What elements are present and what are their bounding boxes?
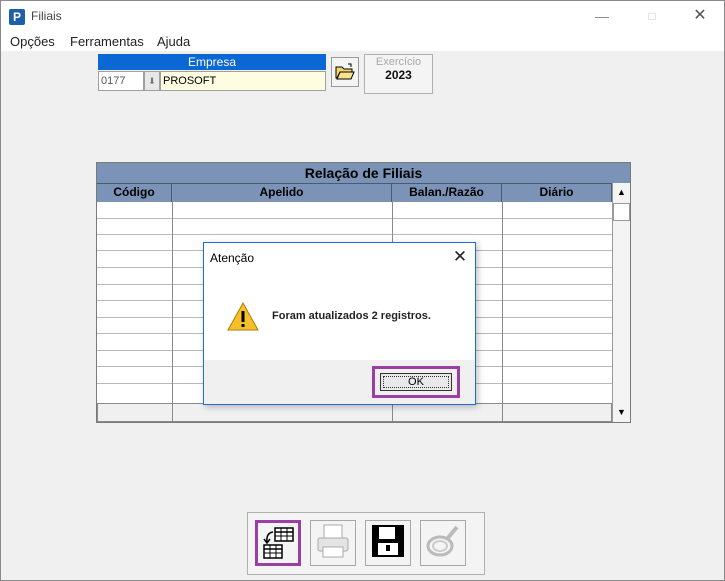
grid-footer-cell — [172, 403, 393, 422]
grid-column-line — [172, 202, 173, 403]
close-button[interactable]: ✕ — [683, 5, 717, 27]
open-folder-button[interactable] — [331, 57, 359, 87]
empresa-code-field[interactable]: 0177 — [98, 71, 144, 91]
bottom-toolbar — [247, 512, 485, 575]
ok-highlight-frame: OK — [372, 366, 460, 398]
app-logo-icon: P — [9, 9, 25, 25]
grid-footer-cell — [97, 403, 173, 422]
empresa-dropdown-button[interactable]: ⬇ — [144, 71, 160, 91]
ok-button[interactable]: OK — [380, 373, 452, 391]
save-button[interactable] — [365, 520, 411, 566]
printer-icon — [317, 524, 349, 558]
dialog-title: Atenção — [210, 251, 255, 265]
floppy-disk-icon — [372, 525, 404, 557]
dialog-footer: OK — [204, 360, 475, 404]
main-window: P Filiais — □ ✕ Opções Ferramentas Ajuda… — [0, 0, 725, 581]
maximize-button[interactable]: □ — [635, 5, 669, 27]
scroll-thumb[interactable] — [613, 203, 630, 221]
column-header-balan-razao[interactable]: Balan./Razão — [392, 183, 502, 202]
empresa-label: Empresa — [98, 54, 326, 70]
exercicio-value: 2023 — [385, 68, 412, 82]
menu-opcoes[interactable]: Opções — [10, 34, 55, 49]
minimize-button[interactable]: — — [585, 5, 619, 27]
exercicio-label: Exercício — [375, 56, 422, 68]
menu-ferramentas[interactable]: Ferramentas — [70, 34, 144, 49]
grid-scrollbar[interactable]: ▲ ▼ — [612, 183, 630, 422]
column-header-codigo[interactable]: Código — [97, 183, 172, 202]
search-button[interactable] — [420, 520, 466, 566]
grid-footer-cell — [502, 403, 612, 422]
empresa-panel: Empresa 0177 ⬇ PROSOFT — [98, 54, 360, 94]
dialog-message: Foram atualizados 2 registros. — [272, 310, 431, 322]
grid-refresh-icon — [263, 527, 294, 559]
print-button[interactable] — [310, 520, 356, 566]
scroll-down-arrow-icon[interactable]: ▼ — [613, 403, 630, 421]
refresh-grid-button[interactable] — [255, 520, 301, 566]
attention-dialog: Atenção ✕ Foram atualizados 2 registros.… — [203, 242, 476, 405]
exercicio-panel[interactable]: Exercício 2023 — [364, 54, 433, 94]
warning-icon — [227, 301, 259, 331]
grid-footer-cell — [392, 403, 503, 422]
grid-row-line — [97, 218, 612, 219]
grid-column-line — [502, 202, 503, 403]
folder-open-icon — [335, 63, 355, 80]
menu-ajuda[interactable]: Ajuda — [157, 34, 190, 49]
grid-row-line — [97, 234, 612, 235]
grid-title: Relação de Filiais — [97, 163, 630, 183]
scroll-up-arrow-icon[interactable]: ▲ — [613, 183, 630, 201]
column-header-diario[interactable]: Diário — [502, 183, 612, 202]
title-bar: P Filiais — □ ✕ — [1, 1, 724, 32]
empresa-name-field[interactable]: PROSOFT — [160, 71, 326, 91]
window-title: Filiais — [31, 9, 62, 23]
dialog-close-button[interactable]: ✕ — [450, 246, 470, 268]
menu-bar: Opções Ferramentas Ajuda — [1, 32, 724, 51]
column-header-apelido[interactable]: Apelido — [172, 183, 392, 202]
search-ring-icon — [426, 525, 459, 557]
